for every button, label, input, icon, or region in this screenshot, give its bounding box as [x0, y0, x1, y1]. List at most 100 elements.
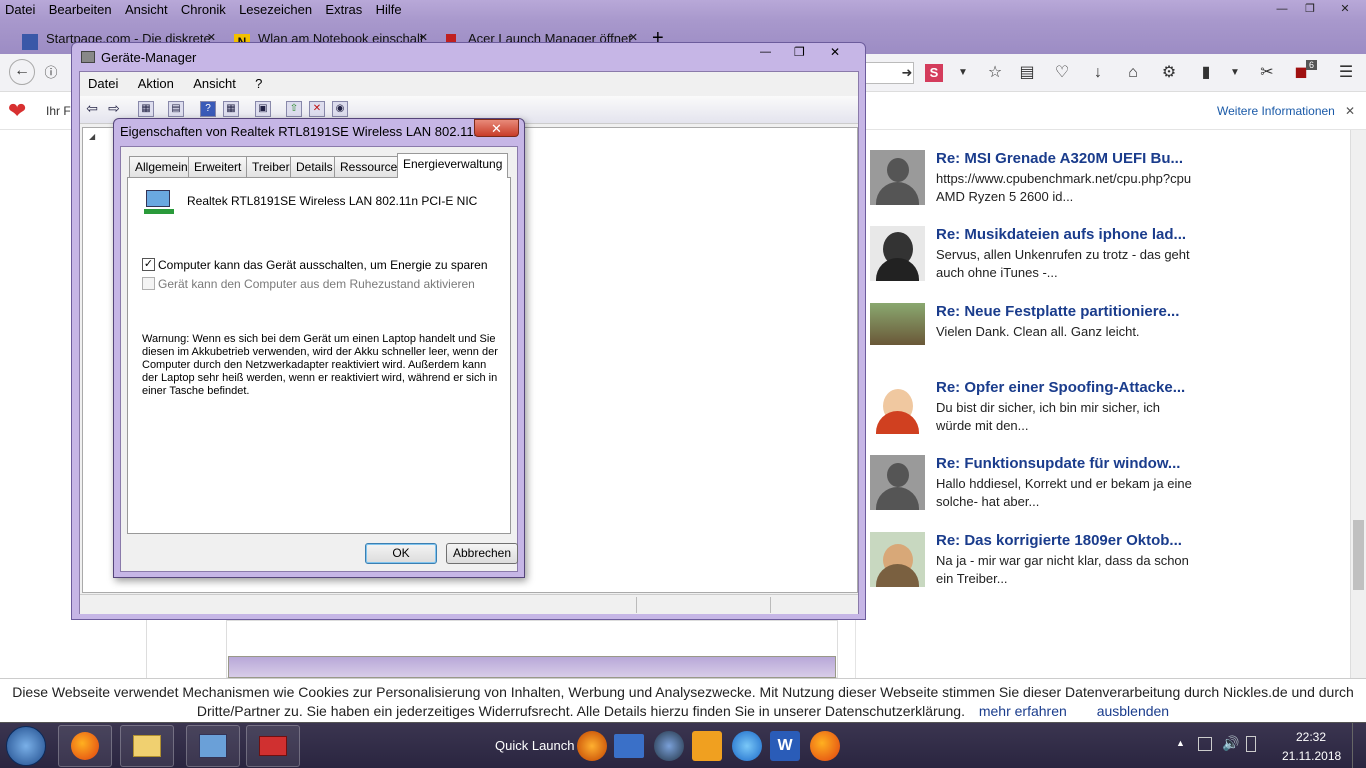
show-desktop-button[interactable]	[1352, 723, 1366, 768]
taskbar-firefox[interactable]	[58, 725, 112, 767]
forward-arrow-icon[interactable]: ⇨	[106, 101, 122, 117]
tab-details[interactable]: Details	[290, 156, 339, 177]
menu-ansicht[interactable]: Ansicht	[120, 0, 173, 19]
post-excerpt: Du bist dir sicher, ich bin mir sicher, …	[936, 400, 1160, 433]
browser-minimize-button[interactable]: —	[1268, 0, 1296, 18]
tools-icon[interactable]: ✂	[1256, 62, 1278, 84]
dismiss-link[interactable]: ausblenden	[1097, 703, 1169, 719]
home-icon[interactable]: ⌂	[1122, 62, 1144, 84]
menu-datei[interactable]: Datei	[0, 0, 40, 19]
browser-close-button[interactable]: ✕	[1324, 0, 1366, 18]
devmgr-minimize-button[interactable]: —	[760, 46, 771, 58]
post-title[interactable]: Re: Neue Festplatte partitioniere...	[936, 303, 1179, 320]
help-icon[interactable]: ?	[200, 101, 216, 117]
back-arrow-icon[interactable]: ←	[9, 59, 35, 85]
network-icon[interactable]	[1198, 737, 1212, 751]
outlook-icon[interactable]	[692, 731, 722, 761]
heart-icon: ❤	[8, 98, 27, 123]
clipboard-icon[interactable]: ▮	[1195, 62, 1217, 84]
cookie-banner: Diese Webseite verwendet Mechanismen wie…	[0, 678, 1366, 722]
tab-treiber[interactable]: Treiber	[246, 156, 296, 177]
menu-hilfe[interactable]: Hilfe	[371, 0, 407, 19]
firefox-icon[interactable]	[810, 731, 840, 761]
devmgr-maximize-button[interactable]: ❐	[794, 45, 805, 59]
status-divider	[770, 597, 771, 613]
desktop-icon[interactable]	[614, 734, 644, 758]
power-icon[interactable]	[1246, 736, 1256, 752]
steam-icon[interactable]	[654, 731, 684, 761]
dialog-title: Eigenschaften von Realtek RTL8191SE Wire…	[120, 124, 517, 139]
folder-icon	[133, 735, 161, 757]
clock-date[interactable]: 21.11.2018	[1282, 749, 1341, 763]
menu-chronik[interactable]: Chronik	[176, 0, 231, 19]
bookmark-star-icon[interactable]: ☆	[984, 62, 1006, 84]
post-title[interactable]: Re: Opfer einer Spoofing-Attacke...	[936, 379, 1185, 396]
post-excerpt: Hallo hddiesel, Korrekt und er bekam ja …	[936, 476, 1192, 509]
volume-icon[interactable]: 🔊	[1222, 735, 1239, 752]
clock-time[interactable]: 22:32	[1296, 730, 1326, 744]
dialog-close-button[interactable]: ✕	[474, 119, 519, 137]
addon-badge: 6	[1306, 60, 1318, 70]
post-title[interactable]: Re: Das korrigierte 1809er Oktob...	[936, 532, 1182, 549]
pocket-icon[interactable]: ♡	[1051, 62, 1073, 84]
close-notice-icon[interactable]: ✕	[1345, 104, 1355, 118]
menu-bearbeiten[interactable]: Bearbeiten	[44, 0, 117, 19]
taskbar-devmgr[interactable]	[186, 725, 240, 767]
taskbar-toolbox[interactable]	[246, 725, 300, 767]
tray-expand-icon[interactable]: ▲	[1176, 738, 1185, 748]
devmgr-statusbar	[80, 594, 858, 614]
browser-window-controls: — ❐ ✕	[1268, 0, 1366, 20]
reader-list-icon[interactable]: ▤	[1016, 62, 1038, 84]
tab-energieverwaltung[interactable]: Energieverwaltung	[397, 153, 509, 178]
post-title[interactable]: Re: Funktionsupdate für window...	[936, 455, 1180, 472]
update-driver-icon[interactable]: ⇧	[286, 101, 302, 117]
start-button[interactable]	[6, 726, 46, 766]
more-info-link[interactable]: Weitere Informationen	[1217, 104, 1335, 118]
device-name: Realtek RTL8191SE Wireless LAN 802.11n P…	[187, 194, 478, 208]
go-arrow-icon[interactable]: ➜	[896, 62, 918, 84]
wake-label[interactable]: Gerät kann den Computer aus dem Ruhezust…	[158, 277, 475, 291]
download-icon[interactable]: ↓	[1087, 62, 1109, 84]
tab-erweitert[interactable]: Erweitert	[188, 156, 248, 177]
wake-checkbox[interactable]	[142, 277, 155, 290]
uninstall-icon[interactable]: ✕	[309, 101, 325, 117]
extension-icon[interactable]: ⚙	[1158, 62, 1180, 84]
post-excerpt: Na ja - mir war gar nicht klar, dass da …	[936, 553, 1189, 586]
enable-device-icon[interactable]: ◉	[332, 101, 348, 117]
devmgr-menu-datei[interactable]: Datei	[80, 72, 126, 95]
dropdown-icon[interactable]: ▼	[1224, 62, 1246, 84]
back-arrow-icon[interactable]: ⇦	[84, 101, 100, 117]
devmgr-menu-ansicht[interactable]: Ansicht	[185, 72, 244, 95]
ok-button[interactable]: OK	[365, 543, 437, 564]
tree-expand-icon[interactable]: ◢	[89, 132, 95, 141]
browser-maximize-button[interactable]: ❐	[1296, 0, 1324, 18]
devmgr-close-button[interactable]: ✕	[830, 45, 840, 59]
taskbar: Quick Launch W ▲ 🔊 22:32 21.11.2018	[0, 722, 1366, 768]
avatar	[870, 303, 925, 345]
page-scrollbar[interactable]	[1350, 130, 1366, 678]
post-title[interactable]: Re: Musikdateien aufs iphone lad...	[936, 226, 1186, 243]
post-title[interactable]: Re: MSI Grenade A320M UEFI Bu...	[936, 150, 1183, 167]
browser-b-icon[interactable]	[577, 731, 607, 761]
taskbar-explorer[interactable]	[120, 725, 174, 767]
power-off-label[interactable]: Computer kann das Gerät ausschalten, um …	[158, 258, 488, 272]
internet-explorer-icon[interactable]	[732, 731, 762, 761]
dropdown-icon[interactable]: ▼	[952, 62, 974, 84]
hamburger-menu-icon[interactable]: ☰	[1335, 62, 1357, 84]
devmgr-menu-aktion[interactable]: Aktion	[130, 72, 182, 95]
cancel-button[interactable]: Abbrechen	[446, 543, 518, 564]
devmgr-menu-help[interactable]: ?	[247, 72, 270, 95]
scan-hardware-icon[interactable]: ▣	[255, 101, 271, 117]
menu-lesezeichen[interactable]: Lesezeichen	[234, 0, 317, 19]
power-off-checkbox[interactable]: ✓	[142, 258, 155, 271]
scrollbar-thumb[interactable]	[1353, 520, 1364, 590]
tab-allgemein[interactable]: Allgemein	[129, 156, 194, 177]
info-icon[interactable]: ⓘ	[40, 62, 62, 84]
console-tree-icon[interactable]: ▦	[138, 101, 154, 117]
properties-icon[interactable]: ▤	[168, 101, 184, 117]
menu-extras[interactable]: Extras	[320, 0, 367, 19]
word-icon[interactable]: W	[770, 731, 800, 761]
more-info-link[interactable]: mehr erfahren	[979, 703, 1067, 719]
startpage-addon-icon[interactable]: S	[925, 64, 943, 82]
view-icon[interactable]: ▦	[223, 101, 239, 117]
